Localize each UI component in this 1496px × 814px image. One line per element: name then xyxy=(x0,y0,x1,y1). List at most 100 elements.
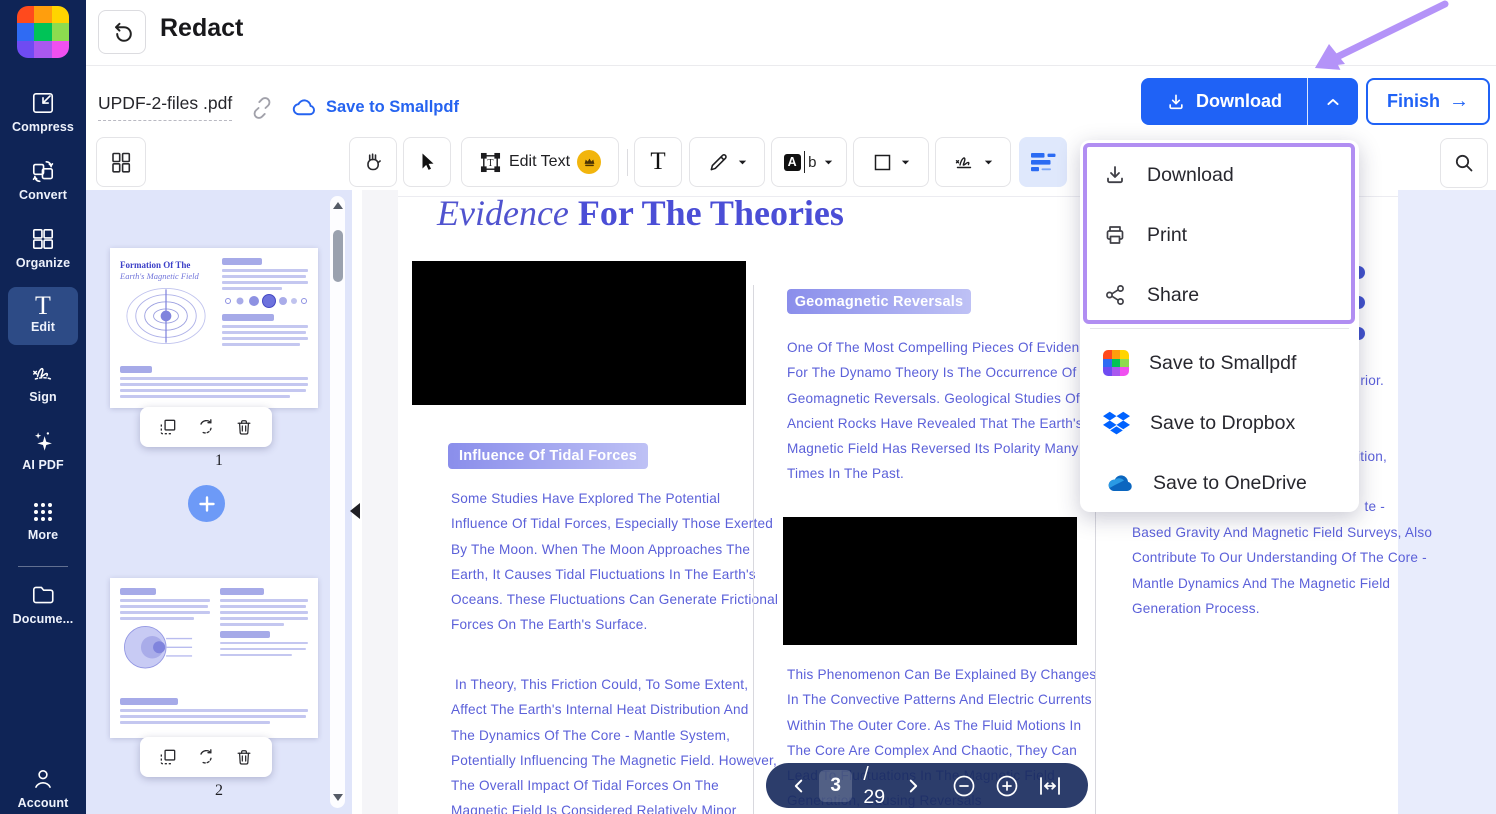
hand-tool-button[interactable] xyxy=(349,137,397,187)
heading-italic: Evidence xyxy=(437,193,569,233)
chevron-left-icon xyxy=(790,777,808,795)
redaction-box-1[interactable] xyxy=(412,261,746,405)
signature-tool-button[interactable] xyxy=(935,137,1011,187)
edit-text-button[interactable]: T Edit Text xyxy=(461,137,619,187)
duplicate-page-button[interactable] xyxy=(158,747,178,767)
sidebar-item-ai-pdf[interactable]: AI PDF xyxy=(4,428,82,472)
duplicate-page-button[interactable] xyxy=(158,417,178,437)
previous-page-button[interactable] xyxy=(790,777,808,795)
rotate-icon xyxy=(196,417,216,437)
sidebar-item-convert[interactable]: Convert xyxy=(4,158,82,202)
menu-item-save-dropbox[interactable]: Save to Dropbox xyxy=(1080,393,1359,453)
sidebar-item-label: Compress xyxy=(4,120,82,134)
magnetic-field-diagram xyxy=(120,284,212,348)
scroll-down-icon[interactable] xyxy=(333,794,343,801)
download-icon xyxy=(1166,92,1186,112)
minus-circle-icon xyxy=(950,772,978,800)
thumb1-title-line1: Formation Of The xyxy=(120,260,216,270)
scroll-up-icon[interactable] xyxy=(333,202,343,209)
draw-tool-button[interactable] xyxy=(689,137,765,187)
rotate-page-button[interactable] xyxy=(196,417,216,437)
share-icon xyxy=(1103,283,1127,307)
hand-icon xyxy=(361,150,385,174)
delete-page-button[interactable] xyxy=(234,747,254,767)
sidebar-item-compress[interactable]: Compress xyxy=(4,90,82,134)
shape-square-icon xyxy=(872,152,893,173)
sidebar-item-documents[interactable]: Docume... xyxy=(4,582,82,626)
zoom-out-button[interactable] xyxy=(950,772,978,800)
sidebar-item-more[interactable]: More xyxy=(4,500,82,542)
signature-icon xyxy=(952,150,976,174)
documents-icon xyxy=(4,582,82,608)
onedrive-logo-icon xyxy=(1103,472,1133,494)
thumbnail-page-2[interactable] xyxy=(110,578,318,738)
menu-item-save-onedrive[interactable]: Save to OneDrive xyxy=(1080,453,1359,513)
rotate-page-button[interactable] xyxy=(196,747,216,767)
menu-item-save-smallpdf[interactable]: Save to Smallpdf xyxy=(1080,333,1359,393)
search-icon xyxy=(1452,151,1476,175)
redact-tool-button-active[interactable] xyxy=(1019,137,1067,187)
shape-tool-button[interactable] xyxy=(853,137,929,187)
search-button[interactable] xyxy=(1440,138,1488,188)
finish-button[interactable]: Finish → xyxy=(1366,78,1490,125)
save-to-smallpdf-link[interactable]: Save to Smallpdf xyxy=(291,94,459,121)
undo-button[interactable] xyxy=(98,10,146,54)
page-total-label: / 29 xyxy=(863,763,892,809)
compress-icon xyxy=(4,90,82,116)
sidebar-item-account[interactable]: Account xyxy=(4,766,82,810)
sidebar-item-edit[interactable]: T Edit xyxy=(8,287,78,345)
sign-icon xyxy=(4,360,82,386)
app-header: Redact xyxy=(86,0,1496,66)
planet-size-chart xyxy=(222,293,310,311)
smallpdf-logo[interactable] xyxy=(17,6,69,58)
file-name[interactable]: UPDF-2-files .pdf xyxy=(98,93,232,121)
menu-item-label: Save to Smallpdf xyxy=(1149,352,1296,375)
zoom-in-button[interactable] xyxy=(993,772,1021,800)
menu-item-label: Print xyxy=(1147,224,1187,247)
plus-circle-icon xyxy=(993,772,1021,800)
fit-width-button[interactable] xyxy=(1036,772,1064,800)
edit-icon: T xyxy=(8,292,78,320)
pencil-icon xyxy=(707,151,730,174)
download-menu-toggle[interactable] xyxy=(1307,78,1358,125)
arrow-right-icon: → xyxy=(1449,90,1469,113)
menu-item-print[interactable]: Print xyxy=(1080,205,1359,265)
sidebar-item-organize[interactable]: Organize xyxy=(4,226,82,270)
menu-item-label: Save to Dropbox xyxy=(1150,412,1295,435)
finish-button-label: Finish xyxy=(1387,91,1440,112)
chevron-right-icon xyxy=(904,777,922,795)
paragraph: In Theory, This Friction Could, To Some … xyxy=(451,672,777,814)
font-style-icon: A b xyxy=(784,151,817,173)
viewport-gutter xyxy=(362,190,398,814)
delete-page-button[interactable] xyxy=(234,417,254,437)
sidebar-item-sign[interactable]: Sign xyxy=(4,360,82,404)
download-button[interactable]: Download xyxy=(1141,78,1307,125)
menu-item-download[interactable]: Download xyxy=(1080,145,1359,205)
text-fragment: te - xyxy=(1365,494,1385,519)
unlink-icon[interactable] xyxy=(249,95,275,121)
page-thumbnails-toggle[interactable] xyxy=(96,137,146,187)
duplicate-icon xyxy=(158,747,178,767)
paragraph: Some Studies Have Explored The Potential… xyxy=(451,486,778,638)
menu-item-share[interactable]: Share xyxy=(1080,265,1359,325)
thumbnail-page-1[interactable]: Formation Of The Earth's Magnetic Field xyxy=(110,248,318,408)
page-1-number: 1 xyxy=(86,452,352,470)
organize-icon xyxy=(4,226,82,252)
select-tool-button[interactable] xyxy=(403,137,451,187)
next-page-button[interactable] xyxy=(904,777,922,795)
collapse-panel-handle[interactable] xyxy=(350,503,360,519)
scrollbar-thumb[interactable] xyxy=(333,230,343,282)
add-text-button[interactable]: T xyxy=(634,137,682,187)
text-tool-icon: T xyxy=(650,148,665,176)
menu-item-label: Download xyxy=(1147,164,1234,187)
font-style-button[interactable]: A b xyxy=(771,137,847,187)
thumb1-title-line2: Earth's Magnetic Field xyxy=(120,271,216,281)
page-number-input[interactable]: 3 xyxy=(819,770,852,802)
add-page-button[interactable] xyxy=(188,485,225,522)
more-icon xyxy=(4,500,82,524)
sidebar-item-label: Account xyxy=(4,796,82,810)
save-link-label: Save to Smallpdf xyxy=(326,98,459,117)
thumbnail-scrollbar[interactable] xyxy=(330,196,345,808)
redaction-box-2[interactable] xyxy=(783,517,1077,645)
paragraph: One Of The Most Compelling Pieces Of Evi… xyxy=(787,335,1094,487)
